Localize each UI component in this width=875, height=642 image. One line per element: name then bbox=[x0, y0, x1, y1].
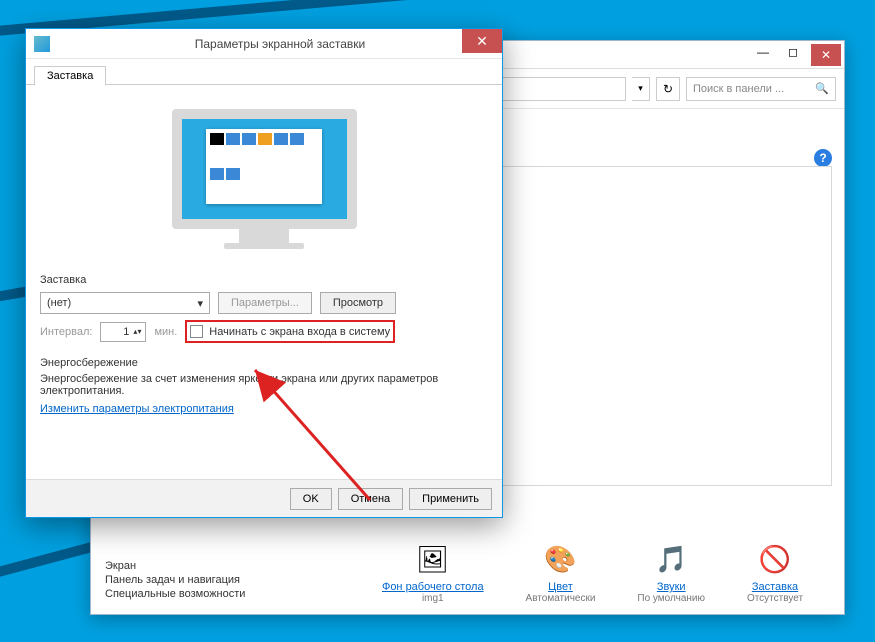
close-button[interactable]: ✕ bbox=[811, 44, 841, 66]
energy-text: Энергосбережение за счет изменения яркос… bbox=[40, 373, 488, 397]
preview-button[interactable]: Просмотр bbox=[320, 292, 396, 314]
preview-monitor bbox=[172, 109, 357, 254]
login-checkbox[interactable] bbox=[190, 325, 203, 338]
login-checkbox-highlight: Начинать с экрана входа в систему bbox=[185, 320, 395, 343]
interval-label: Интервал: bbox=[40, 326, 92, 338]
screensaver-dialog: Параметры экранной заставки ✕ Заставка З… bbox=[25, 28, 503, 518]
energy-title: Энергосбережение bbox=[40, 357, 488, 369]
apply-button[interactable]: Применить bbox=[409, 488, 492, 510]
group-label: Заставка bbox=[40, 274, 488, 286]
shortcut-label: Фон рабочего стола bbox=[382, 581, 484, 593]
shortcut-label: Звуки bbox=[637, 581, 705, 593]
shortcut-background[interactable]: 🖼 Фон рабочего стола img1 bbox=[382, 539, 484, 604]
minimize-button[interactable]: — bbox=[748, 41, 778, 63]
dialog-body: Заставка (нет) ▾ Параметры... Просмотр И… bbox=[26, 85, 502, 429]
dialog-footer: OK Отмена Применить bbox=[26, 479, 502, 517]
sidebar-item-taskbar[interactable]: Панель задач и навигация bbox=[105, 574, 245, 586]
tab-screensaver[interactable]: Заставка bbox=[34, 66, 106, 86]
background-icon: 🖼 bbox=[413, 539, 453, 579]
search-input[interactable]: Поиск в панели ... 🔍 bbox=[686, 77, 836, 101]
dialog-title: Параметры экранной заставки bbox=[58, 37, 502, 51]
cancel-button[interactable]: Отмена bbox=[338, 488, 403, 510]
window-icon bbox=[34, 36, 50, 52]
search-icon: 🔍 bbox=[815, 82, 829, 95]
refresh-button[interactable]: ↻ bbox=[656, 77, 680, 101]
shortcut-sub: Отсутствует bbox=[747, 593, 803, 604]
shortcut-sub: По умолчанию bbox=[637, 593, 705, 604]
address-dropdown[interactable]: ▾ bbox=[632, 77, 650, 101]
search-placeholder: Поиск в панели ... bbox=[693, 83, 784, 95]
sidebar-item-screen[interactable]: Экран bbox=[105, 560, 245, 572]
close-button[interactable]: ✕ bbox=[462, 29, 502, 53]
interval-spinner[interactable]: 1▴▾ bbox=[100, 322, 146, 342]
screensaver-icon: 🚫 bbox=[755, 539, 795, 579]
tab-strip: Заставка bbox=[26, 59, 502, 85]
color-icon: 🎨 bbox=[540, 539, 580, 579]
settings-button: Параметры... bbox=[218, 292, 312, 314]
sounds-icon: 🎵 bbox=[651, 539, 691, 579]
shortcut-screensaver[interactable]: 🚫 Заставка Отсутствует bbox=[747, 539, 803, 604]
maximize-button[interactable]: ◻ bbox=[778, 41, 808, 63]
dialog-titlebar: Параметры экранной заставки ✕ bbox=[26, 29, 502, 59]
shortcut-color[interactable]: 🎨 Цвет Автоматически bbox=[526, 539, 596, 604]
dropdown-value: (нет) bbox=[47, 297, 71, 309]
bottom-shortcuts: 🖼 Фон рабочего стола img1 🎨 Цвет Автомат… bbox=[361, 539, 824, 604]
sidebar-links: Экран Панель задач и навигация Специальн… bbox=[105, 558, 245, 602]
spinner-arrows[interactable]: ▴▾ bbox=[133, 327, 141, 336]
shortcut-sub: img1 bbox=[382, 593, 484, 604]
power-settings-link[interactable]: Изменить параметры электропитания bbox=[40, 403, 234, 415]
checkbox-label: Начинать с экрана входа в систему bbox=[209, 326, 390, 338]
shortcut-label: Заставка bbox=[747, 581, 803, 593]
interval-unit: мин. bbox=[154, 326, 177, 338]
chevron-down-icon: ▾ bbox=[197, 297, 203, 310]
sidebar-item-accessibility[interactable]: Специальные возможности bbox=[105, 588, 245, 600]
shortcut-sounds[interactable]: 🎵 Звуки По умолчанию bbox=[637, 539, 705, 604]
shortcut-label: Цвет bbox=[526, 581, 596, 593]
screensaver-dropdown[interactable]: (нет) ▾ bbox=[40, 292, 210, 314]
shortcut-sub: Автоматически bbox=[526, 593, 596, 604]
ok-button[interactable]: OK bbox=[290, 488, 332, 510]
